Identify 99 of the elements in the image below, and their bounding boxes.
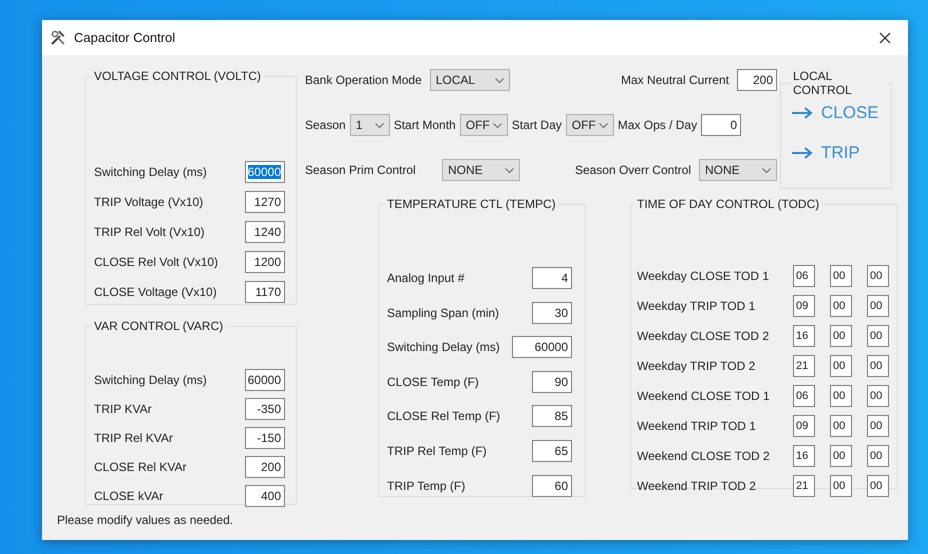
field-label: Start Month <box>394 118 456 132</box>
time-field[interactable]: 21 <box>793 355 815 377</box>
time-field[interactable]: 09 <box>793 415 815 437</box>
time-field[interactable]: 00 <box>830 385 852 407</box>
number-field[interactable]: 1200 <box>245 251 285 273</box>
time-field[interactable]: 00 <box>867 445 889 467</box>
time-field[interactable]: 00 <box>867 355 889 377</box>
number-field[interactable]: 60000 <box>245 369 285 391</box>
time-field[interactable]: 16 <box>793 445 815 467</box>
field-label: CLOSE Temp (F) <box>387 374 479 389</box>
number-field[interactable]: 60000 <box>245 161 285 183</box>
field-label: TRIP Temp (F) <box>387 478 466 493</box>
field-label: Weekend TRIP TOD 1 <box>637 419 756 433</box>
field-label: Switching Delay (ms) <box>94 165 207 179</box>
field-label: Season <box>305 118 346 132</box>
field-label: Analog Input # <box>387 271 464 285</box>
group-title: VAR CONTROL (VARC) <box>93 319 224 333</box>
time-field[interactable]: 00 <box>867 475 889 497</box>
field-label: Start Day <box>512 118 562 132</box>
chevron-down-icon <box>598 122 608 128</box>
window-title: Capacitor Control <box>74 30 176 45</box>
field-label: Weekday CLOSE TOD 2 <box>637 329 770 343</box>
field-label: CLOSE Rel KVAr <box>94 460 186 474</box>
field-label: Season Overr Control <box>574 163 691 177</box>
time-field[interactable]: 21 <box>793 475 815 497</box>
group-title: TEMPERATURE CTL (TEMPC) <box>386 197 557 211</box>
chevron-down-icon <box>492 122 502 128</box>
group-title: TIME OF DAY CONTROL (TODC) <box>636 197 820 211</box>
time-field[interactable]: 00 <box>830 475 852 497</box>
chevron-down-icon <box>505 168 514 172</box>
field-label: Weekend CLOSE TOD 2 <box>637 449 770 463</box>
field-label: Weekday TRIP TOD 2 <box>637 359 756 373</box>
number-field[interactable]: 0 <box>701 114 742 136</box>
close-icon <box>879 32 891 44</box>
status-text: Please modify values as needed. <box>57 513 234 527</box>
time-field[interactable]: 00 <box>867 265 889 287</box>
field-label: TRIP Rel KVAr <box>94 431 173 445</box>
field-label: Weekday CLOSE TOD 1 <box>637 269 770 283</box>
time-field[interactable]: 00 <box>830 415 852 437</box>
chevron-down-icon <box>494 78 504 82</box>
number-field[interactable]: 85 <box>532 405 572 428</box>
field-label: Weekend TRIP TOD 2 <box>637 479 756 493</box>
field-label: Bank Operation Mode <box>305 73 422 87</box>
number-field[interactable]: 400 <box>245 485 285 507</box>
field-label: TRIP Rel Volt (Vx10) <box>94 225 204 239</box>
time-field[interactable]: 00 <box>830 445 852 467</box>
dropdown[interactable]: OFF <box>566 114 614 136</box>
field-label: TRIP Rel Temp (F) <box>387 444 487 458</box>
field-label: CLOSE Voltage (Vx10) <box>94 285 217 299</box>
time-field[interactable]: 00 <box>867 295 889 317</box>
time-field[interactable]: 00 <box>867 415 889 437</box>
dropdown[interactable]: NONE <box>699 159 777 181</box>
field-label: Weekday TRIP TOD 1 <box>637 299 756 313</box>
number-field[interactable]: -350 <box>245 398 285 420</box>
time-field[interactable]: 00 <box>830 295 852 317</box>
chevron-down-icon <box>762 168 771 172</box>
number-field[interactable]: -150 <box>245 427 285 449</box>
dropdown[interactable]: NONE <box>442 159 520 181</box>
time-field[interactable]: 00 <box>867 385 889 407</box>
tools-icon <box>50 30 66 46</box>
number-field[interactable]: 65 <box>532 440 572 462</box>
number-field[interactable]: 30 <box>532 302 572 324</box>
field-label: TRIP Voltage (Vx10) <box>94 195 204 209</box>
time-field[interactable]: 06 <box>793 385 815 407</box>
arrow-right-icon <box>791 147 813 159</box>
time-field[interactable]: 09 <box>793 295 815 317</box>
field-label: CLOSE kVAr <box>94 489 164 503</box>
field-label: TRIP KVAr <box>94 402 152 416</box>
time-field[interactable]: 00 <box>830 265 852 287</box>
field-label: CLOSE Rel Volt (Vx10) <box>94 255 218 269</box>
field-label: CLOSE Rel Temp (F) <box>387 409 500 424</box>
number-field[interactable]: 1170 <box>245 281 285 303</box>
time-field[interactable]: 16 <box>793 325 815 347</box>
field-label: Season Prim Control <box>305 163 417 177</box>
dropdown[interactable]: 1 <box>350 114 390 136</box>
time-field[interactable]: 00 <box>830 325 852 347</box>
number-field[interactable]: 1240 <box>245 221 285 243</box>
field-label: Switching Delay (ms) <box>387 340 500 354</box>
dropdown[interactable]: OFF <box>460 114 508 136</box>
time-field[interactable]: 00 <box>830 355 852 377</box>
number-field[interactable]: 90 <box>532 370 572 393</box>
group-title: VOLTAGE CONTROL (VOLTC) <box>93 69 262 83</box>
group-title: LOCAL CONTROL <box>792 69 853 97</box>
number-field[interactable]: 200 <box>737 69 777 91</box>
dropdown[interactable]: LOCAL <box>430 69 510 91</box>
field-label: Sampling Span (min) <box>387 306 500 320</box>
chevron-down-icon <box>374 122 384 128</box>
number-field[interactable]: 1270 <box>245 191 285 213</box>
number-field[interactable]: 60 <box>532 474 572 497</box>
number-field[interactable]: 60000 <box>512 336 572 358</box>
time-field[interactable]: 06 <box>793 265 815 287</box>
number-field[interactable]: 200 <box>245 456 285 478</box>
field-label: Weekend CLOSE TOD 1 <box>637 389 770 403</box>
field-label: Max Neutral Current <box>620 73 729 87</box>
arrow-right-icon <box>791 107 813 119</box>
field-label: Switching Delay (ms) <box>94 373 207 387</box>
time-field[interactable]: 00 <box>867 325 889 347</box>
number-field[interactable]: 4 <box>532 267 572 289</box>
field-label: Max Ops / Day <box>618 118 698 132</box>
